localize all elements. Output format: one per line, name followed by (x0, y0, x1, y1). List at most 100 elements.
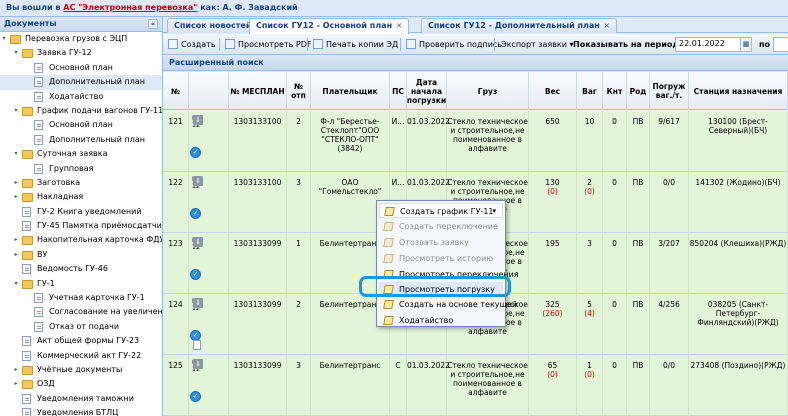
col-station-header[interactable]: Станция назначения (689, 72, 788, 110)
tree-item-label: ГУ-2 Книга уведомлений (37, 206, 142, 216)
col-loaded-header[interactable]: Погруж ваг./т. (650, 72, 689, 110)
signed-check-icon[interactable]: ✓ (190, 147, 201, 158)
tree-item[interactable]: Дополнительный план (0, 75, 162, 90)
col-knt-value: 0 (612, 239, 617, 248)
col-knt-header[interactable]: Кнт (603, 72, 627, 110)
create-button[interactable]: Создать (168, 38, 216, 51)
context-menu-item[interactable]: Ходатайство (379, 313, 503, 328)
col-ps-header[interactable]: ПС (390, 72, 407, 110)
tree-item[interactable]: ГУ-45 Памятка приёмосдатчика (0, 219, 162, 233)
attachment-icon[interactable] (193, 340, 201, 350)
col-icons-header[interactable] (189, 72, 229, 110)
close-icon[interactable]: ✕ (604, 22, 610, 30)
download-icon[interactable]: ⇓ (193, 176, 203, 186)
col-date-header[interactable]: Дата начала погрузки (407, 72, 447, 110)
expanded-arrow-icon[interactable]: ▾ (12, 46, 20, 60)
col-payer-header[interactable]: Плательщик (311, 72, 390, 110)
toolbar: Создать Просмотреть PDF Печать копии ЭД … (163, 34, 788, 55)
folder-icon (22, 279, 33, 289)
col-knt-cell: 0 (603, 172, 627, 233)
menu-item-label: Создать на основе текущей (399, 300, 518, 309)
col-num-header[interactable]: № (163, 72, 189, 110)
download-icon[interactable]: ⇓ (193, 359, 203, 369)
tree-item[interactable]: Уведомления БТЛЦ (0, 406, 162, 416)
col-weight-value: 195 (545, 239, 560, 248)
tree-item[interactable]: ▸ Учётные документы (0, 363, 162, 377)
download-icon[interactable]: ⇓ (193, 237, 203, 247)
tree-item[interactable]: ▾ Перевозка грузов с ЭЦП (0, 32, 162, 46)
collapsed-arrow-icon[interactable]: ▸ (12, 176, 20, 190)
collapsed-arrow-icon[interactable]: ▸ (12, 363, 20, 377)
tree-item[interactable]: Уведомления таможни (0, 392, 162, 406)
tree-item[interactable]: Коммерческий акт ГУ-22 (0, 349, 162, 363)
expanded-arrow-icon[interactable]: ▾ (0, 32, 8, 46)
col-mesplan-value: 1303133100 (233, 178, 282, 187)
chevron-down-icon[interactable]: ▾ (492, 204, 496, 219)
tab-gu12-additional-plan[interactable]: Список ГУ12 - Дополнительный план ✕ (421, 18, 617, 33)
tree-item[interactable]: Основной план (0, 118, 162, 132)
column-title: Погруж ваг./т. (652, 82, 686, 100)
export-dropdown-button[interactable]: Экспорт заявки ▾ (501, 38, 574, 51)
tree-item[interactable]: Отказ от подачи (0, 320, 162, 334)
collapsed-arrow-icon[interactable]: ▸ (12, 377, 20, 391)
tree-item[interactable]: Групповая (0, 162, 162, 176)
tree-item[interactable]: Акт общей формы ГУ-23 (0, 334, 162, 348)
close-icon[interactable]: ✕ (396, 22, 402, 30)
tree-item[interactable]: ▸ Накладная (0, 190, 162, 204)
expanded-arrow-icon[interactable]: ▾ (12, 147, 20, 161)
download-icon[interactable]: ⇓ (193, 298, 203, 308)
tree-item[interactable]: Ведомость ГУ-46 (0, 262, 162, 276)
tree-item[interactable]: Основной план (0, 61, 162, 75)
table-row[interactable]: 121ГУ 12⇓✓13031331002Ф-л "Берестье-Стекл… (163, 111, 788, 172)
context-menu-item[interactable]: Создать график ГУ-11 ▾ (379, 203, 503, 218)
col-rod-value: ПВ (632, 361, 644, 370)
download-icon[interactable]: ⇓ (193, 115, 203, 125)
tree-item[interactable]: ▸ ОЗД (0, 377, 162, 391)
tree-item[interactable]: Учетная карточка ГУ-1 (0, 291, 162, 305)
collapsed-arrow-icon[interactable]: ▸ (12, 248, 20, 262)
collapsed-arrow-icon[interactable]: ▸ (12, 190, 20, 204)
tree-item[interactable]: ▾ Суточная заявка (0, 147, 162, 161)
signed-check-icon[interactable]: ✓ (190, 269, 201, 280)
col-mesplan-header[interactable]: № МЕСПЛАН (229, 72, 287, 110)
collapsed-arrow-icon[interactable]: ▸ (12, 233, 20, 247)
col-otp-cell: 2 (287, 294, 311, 355)
tree-item[interactable]: ▾ ГУ-1 (0, 277, 162, 291)
col-rod-header[interactable]: Род (627, 72, 650, 110)
col-date-cell: 01.03.2022 (407, 111, 450, 172)
col-cargo-header[interactable]: Груз (447, 72, 529, 110)
col-weight-cell: 195 (529, 233, 577, 294)
signed-check-icon[interactable]: ✓ (190, 208, 201, 219)
tree-item[interactable]: Дополнительный план (0, 133, 162, 147)
tab-gu12-main-plan[interactable]: Список ГУ12 - Основной план ✕ (249, 18, 409, 34)
advanced-search-header[interactable]: Расширенный поиск (163, 56, 788, 71)
tree-item[interactable]: ▾ График подачи вагонов ГУ-11 (0, 104, 162, 118)
collapse-sidebar-button[interactable]: « (148, 19, 158, 29)
tree-item[interactable]: Согласование на увеличение по (0, 305, 162, 319)
calendar-icon[interactable]: ▦ (740, 37, 752, 52)
tree-item[interactable]: ▸ Накопительная карточка ФДУ-92 (0, 233, 162, 247)
tree-item[interactable]: ▸ Заготовка (0, 176, 162, 190)
document-icon (34, 134, 43, 145)
view-pdf-button[interactable]: Просмотреть PDF (225, 38, 311, 51)
check-sign-button[interactable]: Проверить подпись (406, 38, 502, 51)
date-from-field[interactable]: 22.01.2022 (675, 37, 741, 52)
col-ps-cell: С (390, 355, 407, 416)
system-link[interactable]: АС "Электронная перевозка" (63, 3, 197, 12)
expanded-arrow-icon[interactable]: ▾ (12, 277, 20, 291)
tree-item[interactable]: Ходатайство (0, 90, 162, 104)
cars-loaded-value: (0) (584, 187, 595, 196)
col-otp-header[interactable]: № отп (287, 72, 311, 110)
print-copy-button[interactable]: Печать копии ЭД (313, 38, 398, 51)
table-row[interactable]: 125ГУ 12⇓✓13031330993БелинтертрансС01.03… (163, 355, 788, 416)
context-menu-item[interactable]: Создать на основе текущей (379, 297, 517, 312)
tree-item[interactable]: ▸ ВУ (0, 248, 162, 262)
col-cars-header[interactable]: Ваг (577, 72, 603, 110)
tree-item[interactable]: ГУ-2 Книга уведомлений (0, 205, 162, 219)
tree-item[interactable]: ▾ Заявка ГУ-12 (0, 46, 162, 60)
expanded-arrow-icon[interactable]: ▾ (12, 104, 20, 118)
col-weight-header[interactable]: Вес (529, 72, 577, 110)
signed-check-icon[interactable]: ✓ (190, 391, 201, 402)
col-payer-cell: Ф-л "Берестье-Стеклопт"ООО "СТЕКЛО-ОПТ" … (311, 111, 390, 172)
date-to-field[interactable] (773, 37, 788, 52)
